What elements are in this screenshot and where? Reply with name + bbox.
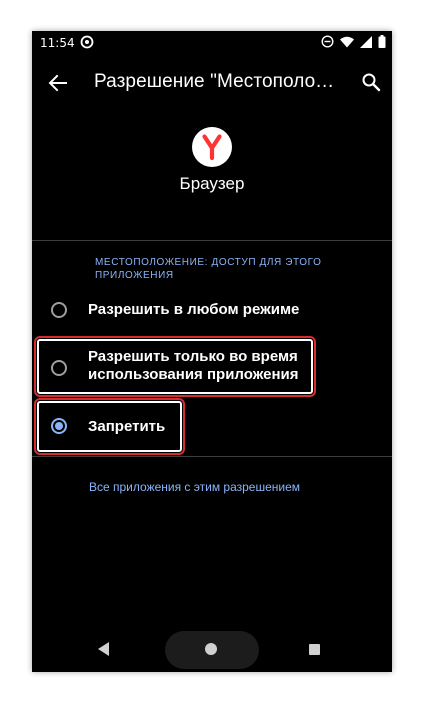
app-name: Браузер [179,174,245,193]
do-not-disturb-icon [321,35,334,48]
signal-icon [360,35,372,48]
status-time: 11:54 [40,36,75,50]
divider [32,240,392,241]
nav-recents-icon[interactable] [309,644,320,655]
option-allow-always[interactable]: Разрешить в любом режиме [32,293,392,327]
wifi-icon [340,36,354,48]
status-bar: 11:54 [32,31,392,55]
yandex-browser-logo [191,126,233,168]
page-title: Разрешение "Местоположе... [94,71,344,92]
option-deny[interactable]: Запретить [32,407,392,447]
option-label: Разрешить в любом режиме [88,301,300,318]
nav-back-icon[interactable] [96,641,110,657]
section-header: МЕСТОПОЛОЖЕНИЕ: ДОСТУП ДЛЯ ЭТОГО ПРИЛОЖЕ… [95,257,322,281]
phone-screen: 11:54 Разрешение "Местоположе... Браузер… [32,31,392,672]
navigation-bar [32,627,392,672]
battery-icon [378,35,386,48]
back-button[interactable] [42,67,74,99]
all-apps-link[interactable]: Все приложения с этим разрешением [89,480,300,494]
divider [32,456,392,457]
option-allow-while-in-use[interactable]: Разрешить только во время использования … [32,342,392,394]
option-label: Разрешить только во время использования … [88,348,299,383]
app-bar: Разрешение "Местоположе... [32,55,392,111]
radio-button[interactable] [51,360,67,376]
nav-home-icon[interactable] [205,643,217,655]
search-button[interactable] [356,67,388,99]
status-icons [321,35,386,48]
search-icon [356,67,388,99]
radio-button-selected[interactable] [51,418,67,434]
arrow-back-icon [42,67,74,99]
app-notification-icon [80,35,94,49]
option-label: Запретить [88,418,166,435]
radio-button[interactable] [51,302,67,318]
